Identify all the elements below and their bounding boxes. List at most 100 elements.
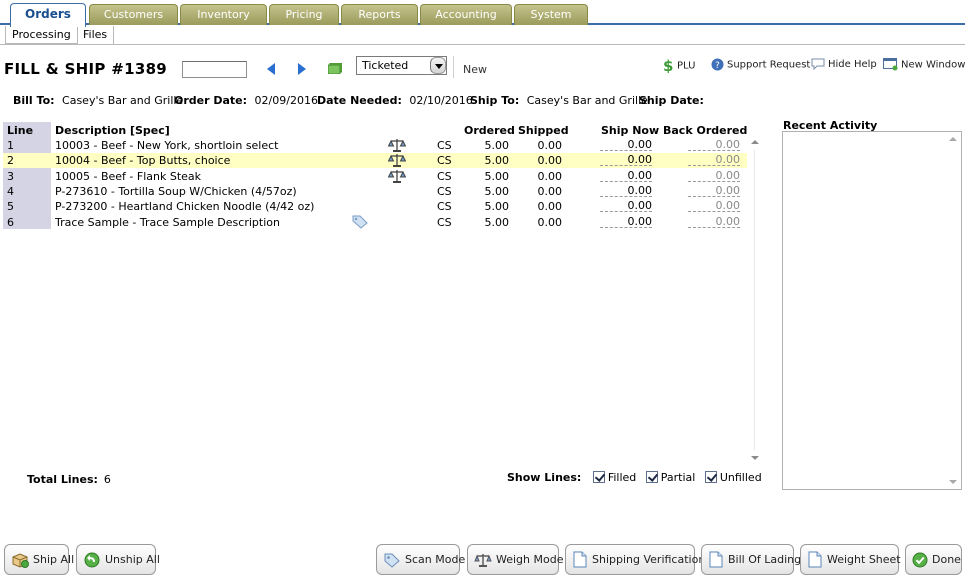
scroll-down-icon[interactable] xyxy=(949,480,957,484)
cell-shipped: 0.00 xyxy=(537,184,563,198)
svg-text:$: $ xyxy=(663,58,673,73)
header-shipped: Shipped xyxy=(518,124,569,137)
scroll-track[interactable] xyxy=(754,150,755,450)
new-window-link[interactable]: New Window xyxy=(883,58,965,71)
cell-ordered: 5.00 xyxy=(484,184,510,198)
ship-now-input[interactable]: 0.00 xyxy=(600,138,652,151)
tab-orders[interactable]: Orders xyxy=(10,3,86,27)
bill-to: Bill To: Casey's Bar and Grille xyxy=(13,94,183,107)
cell-unit: CS xyxy=(437,184,452,198)
ship-now-input[interactable]: 0.00 xyxy=(600,215,652,228)
table-row[interactable]: 3 10005 - Beef - Flank Steak CS 5.00 0.0… xyxy=(3,169,747,184)
cell-line: 2 xyxy=(7,154,14,168)
previous-arrow-icon[interactable] xyxy=(266,63,276,75)
sub-tab-bar: Processing Files xyxy=(0,25,965,45)
table-row[interactable]: 4 P-273610 - Tortilla Soup W/Chicken (4/… xyxy=(3,184,747,199)
ship-to-value: Casey's Bar and Grille xyxy=(526,94,648,107)
back-ordered-input[interactable]: 0.00 xyxy=(688,199,740,213)
undo-arrow-icon xyxy=(84,552,100,567)
ship-now-input[interactable]: 0.00 xyxy=(600,169,652,182)
plu-link[interactable]: $ PLU xyxy=(662,57,695,75)
done-button[interactable]: Done xyxy=(905,544,962,575)
ship-date: Ship Date: xyxy=(639,94,708,107)
bill-of-lading-button[interactable]: Bill Of Lading xyxy=(701,544,801,575)
unship-all-button[interactable]: Unship All xyxy=(76,544,160,575)
new-window-icon xyxy=(883,58,898,71)
cell-shipped: 0.00 xyxy=(537,154,563,168)
scroll-down-icon[interactable] xyxy=(751,456,759,460)
bill-to-value: Casey's Bar and Grille xyxy=(62,94,184,107)
back-ordered-input[interactable]: 0.00 xyxy=(688,184,740,197)
scroll-up-icon[interactable] xyxy=(751,140,759,144)
speech-bubble-icon xyxy=(811,58,825,71)
chevron-down-icon[interactable] xyxy=(430,57,446,74)
dollar-icon: $ xyxy=(663,57,673,75)
cell-line: 4 xyxy=(7,184,14,198)
tab-pricing[interactable]: Pricing xyxy=(269,4,339,25)
total-lines: Total Lines: 6 xyxy=(27,473,111,486)
cell-shipped: 0.00 xyxy=(537,169,563,183)
cell-description: 10003 - Beef - New York, shortloin selec… xyxy=(55,139,279,152)
new-window-label: New Window xyxy=(901,59,965,71)
ship-all-label: Ship All xyxy=(33,553,75,566)
date-needed: Date Needed: 02/10/2016 xyxy=(317,94,473,107)
header-ordered: Ordered xyxy=(464,124,515,137)
tab-reports[interactable]: Reports xyxy=(341,4,418,25)
document-icon xyxy=(808,551,822,568)
tab-inventory[interactable]: Inventory xyxy=(180,4,267,25)
support-request-link[interactable]: ? Support Request xyxy=(711,58,810,71)
cell-line: 1 xyxy=(7,139,14,152)
date-needed-value: 02/10/2016 xyxy=(409,94,473,107)
shipping-verification-button[interactable]: Shipping Verification xyxy=(565,544,705,575)
help-circle-icon: ? xyxy=(711,58,724,71)
partial-checkbox[interactable] xyxy=(645,471,658,483)
cell-description: 10004 - Beef - Top Butts, choice xyxy=(55,154,231,168)
back-ordered-input[interactable]: 0.00 xyxy=(688,138,740,151)
cell-ordered: 5.00 xyxy=(484,200,510,214)
scan-mode-button[interactable]: Scan Mode xyxy=(376,544,465,575)
ship-box-icon xyxy=(12,552,29,568)
subtab-files[interactable]: Files xyxy=(77,26,115,44)
status-dropdown[interactable]: Ticketed xyxy=(356,56,447,75)
ship-now-input[interactable]: 0.00 xyxy=(600,153,652,167)
back-ordered-input[interactable]: 0.00 xyxy=(688,169,740,182)
cell-shipped: 0.00 xyxy=(537,215,563,229)
next-arrow-icon[interactable] xyxy=(297,63,307,75)
recent-activity-panel[interactable] xyxy=(782,131,962,490)
ship-all-button[interactable]: Ship All xyxy=(4,544,74,575)
cell-unit: CS xyxy=(437,200,452,214)
filled-checkbox[interactable] xyxy=(592,471,605,483)
cell-description: Trace Sample - Trace Sample Description xyxy=(55,215,280,229)
weight-sheet-button[interactable]: Weight Sheet xyxy=(800,544,901,575)
tab-accounting[interactable]: Accounting xyxy=(420,4,512,25)
tag-icon[interactable] xyxy=(351,215,369,232)
cell-unit: CS xyxy=(437,215,452,229)
back-ordered-input[interactable]: 0.00 xyxy=(688,153,740,167)
subtab-processing[interactable]: Processing xyxy=(5,26,78,44)
hide-help-link[interactable]: Hide Help xyxy=(811,58,877,71)
back-ordered-input[interactable]: 0.00 xyxy=(688,215,740,228)
tab-system[interactable]: System xyxy=(514,4,588,25)
cell-line: 3 xyxy=(7,169,14,183)
tab-customers[interactable]: Customers xyxy=(89,4,178,25)
unfilled-checkbox[interactable] xyxy=(704,471,717,483)
cell-line: 6 xyxy=(7,215,14,229)
cell-ordered: 5.00 xyxy=(484,139,510,152)
ship-now-input[interactable]: 0.00 xyxy=(600,184,652,197)
ship-now-input[interactable]: 0.00 xyxy=(600,199,652,213)
order-date-label: Order Date: xyxy=(174,94,248,107)
table-row[interactable]: 5 P-273200 - Heartland Chicken Noodle (4… xyxy=(3,199,747,214)
weigh-mode-button[interactable]: Weigh Mode xyxy=(467,544,563,575)
new-link[interactable]: New xyxy=(463,63,487,76)
scroll-up-icon[interactable] xyxy=(949,137,957,141)
filled-label: Filled xyxy=(607,471,637,484)
grid-view-icon[interactable] xyxy=(328,63,342,74)
bill-of-lading-label: Bill Of Lading xyxy=(728,553,802,566)
table-row[interactable]: 1 10003 - Beef - New York, shortloin sel… xyxy=(3,138,747,153)
cell-line: 5 xyxy=(7,200,14,214)
table-row[interactable]: 2 10004 - Beef - Top Butts, choice CS 5.… xyxy=(3,153,747,169)
table-row[interactable]: 6 Trace Sample - Trace Sample Descriptio… xyxy=(3,215,747,230)
order-number-input[interactable] xyxy=(182,61,247,78)
total-lines-value: 6 xyxy=(103,473,111,486)
grid-scrollbar[interactable] xyxy=(748,136,762,464)
